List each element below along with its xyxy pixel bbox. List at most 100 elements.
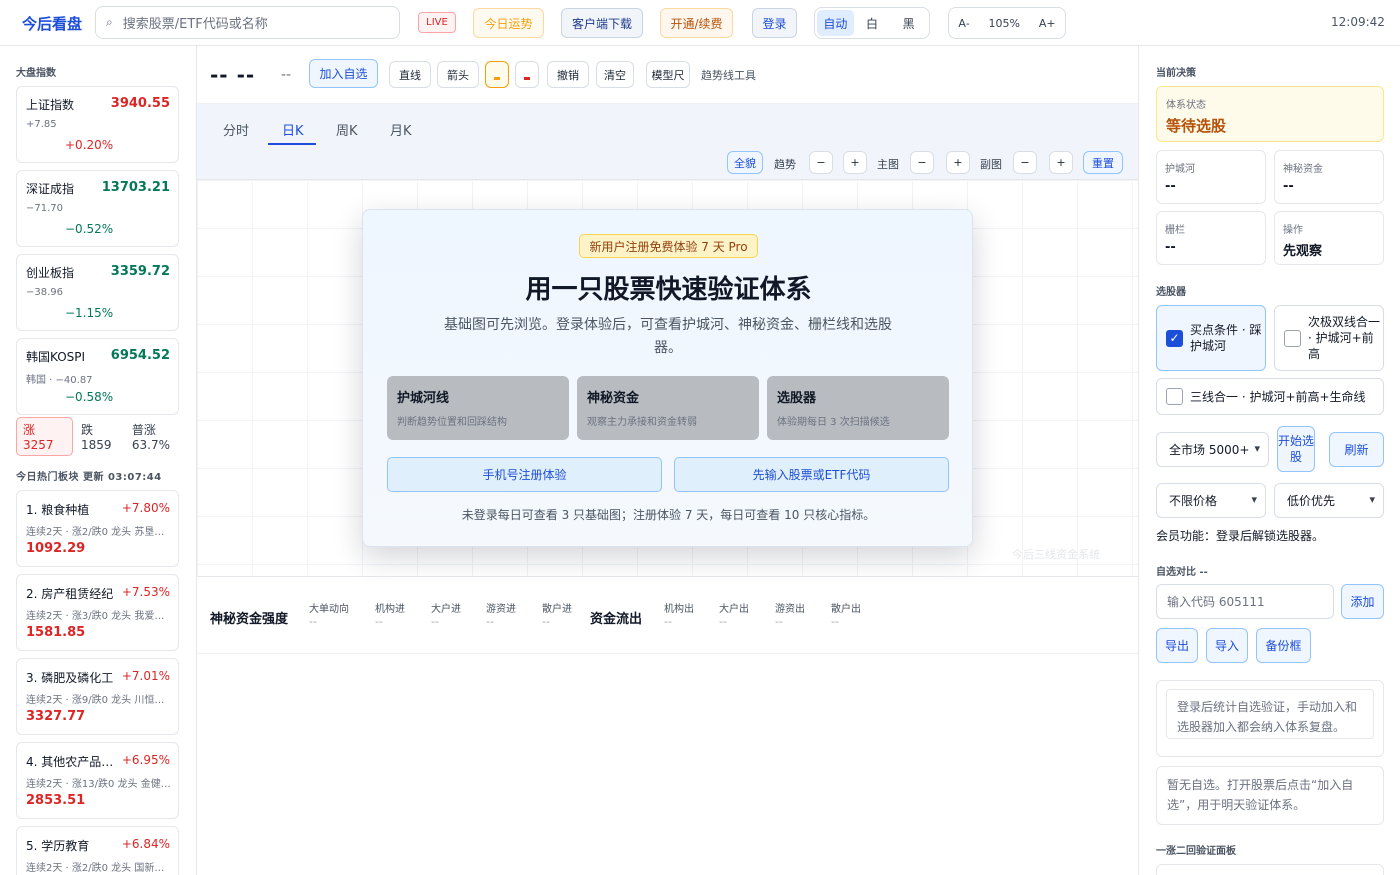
ruler-tool-button[interactable]: 模型尺 (646, 61, 690, 88)
price-select[interactable]: 不限价格 ▾ (1156, 483, 1266, 518)
fund-inflow-label: 散户进 (542, 604, 572, 615)
period-tabs-bar: 分时 日K 周K 月K 全貌 趋势 − + 主图 − + 副图 − + 重置 (197, 104, 1138, 180)
theme-dark[interactable]: 黑 (890, 10, 927, 36)
add-to-watchlist-button[interactable]: 加入自选 (309, 59, 378, 88)
index-change: 韩国 · −40.87 (26, 375, 93, 386)
drawing-toolbar: -- -- -- 加入自选 直线 箭头 撤销 清空 模型尺 趋势线工具 (197, 46, 1138, 104)
search-input[interactable]: ⌕ 搜索股票/ETF代码或名称 (95, 6, 400, 39)
index-value: 3940.55 (110, 96, 170, 111)
fund-outflow-label: 散户出 (831, 604, 861, 615)
sub-minus-button[interactable]: − (1013, 151, 1037, 174)
cell-label: 护城河 (1165, 164, 1195, 175)
fence-cell: 栅栏 -- (1156, 211, 1266, 265)
main-plus-button[interactable]: + (946, 151, 970, 174)
feature-desc: 体验期每日 3 次扫描候选 (777, 417, 890, 428)
undo-button[interactable]: 撤销 (547, 61, 589, 88)
index-change: −71.70 (26, 203, 64, 214)
tab-weekly[interactable]: 周K (336, 120, 358, 139)
clear-button[interactable]: 清空 (596, 61, 634, 88)
export-button[interactable]: 导出 (1156, 628, 1198, 663)
refresh-button[interactable]: 刷新 (1329, 432, 1384, 467)
theme-switch: 自动 白 黑 (814, 7, 930, 39)
index-pct: +0.20% (65, 138, 114, 152)
import-button[interactable]: 导入 (1206, 628, 1248, 663)
fund-inflow-value: -- (486, 615, 494, 628)
empty-watchlist-note: 暂无自选。打开股票后点击“加入自选”，用于明天验证体系。 (1156, 766, 1384, 825)
yellow-line-icon (494, 77, 500, 80)
fund-inflow-label: 机构进 (375, 604, 405, 615)
sector-value: 3327.77 (26, 709, 86, 724)
left-sidebar: 大盘指数 上证指数 3940.55 +7.85 +0.20% 深证成指 1370… (0, 46, 197, 875)
action-cell: 操作 先观察 (1274, 211, 1384, 265)
subscribe-button[interactable]: 开通/续费 (660, 8, 733, 38)
line-tool-button[interactable]: 直线 (389, 61, 431, 88)
download-client-button[interactable]: 客户端下载 (561, 8, 643, 38)
market-breadth: 涨 3257 跌 1859 普涨 63.7% (16, 416, 196, 456)
yellow-color-swatch[interactable] (485, 61, 509, 88)
fund-inflow-value: -- (375, 615, 383, 628)
zoom-control: A- 105% A+ (948, 7, 1066, 39)
main-minus-button[interactable]: − (910, 151, 934, 174)
tab-intraday[interactable]: 分时 (223, 120, 249, 139)
enter-code-button[interactable]: 先输入股票或ETF代码 (674, 457, 949, 492)
sector-name: 4. 其他农产品加工 (26, 755, 121, 769)
reset-button[interactable]: 重置 (1083, 151, 1123, 174)
arrow-tool-button[interactable]: 箭头 (437, 61, 479, 88)
sector-pct: +6.84% (121, 837, 170, 851)
code-input[interactable]: 输入代码 605111 (1156, 584, 1334, 619)
vip-note: 会员功能：登录后解锁选股器。 (1156, 529, 1325, 543)
sector-pct: +6.95% (121, 753, 170, 767)
fund-outflow-value: -- (831, 615, 839, 628)
priority-select[interactable]: 低价优先 ▾ (1274, 483, 1384, 518)
cell-label: 神秘资金 (1283, 164, 1323, 175)
tab-daily[interactable]: 日K (282, 120, 304, 139)
checkbox-icon (1166, 388, 1183, 405)
theme-auto[interactable]: 自动 (817, 10, 854, 36)
login-button[interactable]: 登录 (752, 8, 797, 38)
sector-card[interactable]: 4. 其他农产品加工 +6.95% 连续2天 · 涨13/跌0 龙头 金健米业 … (16, 742, 179, 819)
sub-plus-button[interactable]: + (1049, 151, 1073, 174)
app-logo[interactable]: 今后看盘 (22, 13, 82, 34)
stock-code: -- (281, 67, 292, 83)
index-card-shenzhen[interactable]: 深证成指 13703.21 −71.70 −0.52% (16, 170, 179, 247)
condition-checkbox-2[interactable]: 次极双线合一 · 护城河+前高 (1274, 305, 1384, 371)
zoom-in-button[interactable]: A+ (1039, 17, 1056, 30)
sector-card[interactable]: 5. 学历教育 +6.84% 连续2天 · 涨2/跌0 龙头 国新文化 (16, 826, 179, 875)
market-select[interactable]: 全市场 5000+ ▾ (1156, 432, 1269, 467)
fund-outflow-title: 资金流出 (590, 612, 643, 627)
market-select-value: 全市场 5000+ (1169, 443, 1250, 457)
tab-monthly[interactable]: 月K (390, 120, 412, 139)
register-button[interactable]: 手机号注册体验 (387, 457, 662, 492)
sector-meta: 连续2天 · 涨9/跌0 龙头 川恒股份 (26, 695, 174, 706)
zoom-out-button[interactable]: A- (958, 17, 969, 30)
feature-card-fund: 神秘资金 观察主力承接和资金转弱 (577, 376, 759, 440)
decision-title: 当前决策 (1156, 68, 1196, 79)
verify-panel-title: 一涨二回验证面板 (1156, 846, 1236, 857)
cell-value: -- (1165, 179, 1176, 194)
theme-light[interactable]: 白 (854, 10, 891, 36)
watermark: 今后三线资金系统 (1012, 548, 1100, 561)
index-card-chinext[interactable]: 创业板指 3359.72 −38.96 −1.15% (16, 254, 179, 331)
fund-outflow-label: 大户出 (719, 604, 749, 615)
sector-meta: 连续2天 · 涨2/跌0 龙头 苏垦农发 (26, 527, 174, 538)
index-card-shanghai[interactable]: 上证指数 3940.55 +7.85 +0.20% (16, 86, 179, 163)
condition-label: 买点条件 · 踩护城河 (1190, 323, 1262, 353)
sector-name: 3. 磷肥及磷化工 (26, 671, 114, 685)
trend-plus-button[interactable]: + (843, 151, 867, 174)
sector-card[interactable]: 2. 房产租赁经纪 +7.53% 连续2天 · 涨3/跌0 龙头 我爱我家 15… (16, 574, 179, 651)
index-card-kospi[interactable]: 韩国KOSPI 6954.52 韩国 · −40.87 −0.58% (16, 338, 179, 415)
start-screen-button[interactable]: 开始选股 (1277, 426, 1315, 472)
condition-checkbox-3[interactable]: 三线合一 · 护城河+前高+生命线 (1156, 378, 1384, 415)
backup-button[interactable]: 备份框 (1256, 628, 1311, 663)
add-button[interactable]: 添加 (1341, 584, 1384, 619)
full-view-button[interactable]: 全貌 (727, 151, 763, 174)
onboarding-dialog: 新用户注册免费体验 7 天 Pro 用一只股票快速验证体系 基础图可先浏览。登录… (362, 209, 973, 547)
sector-name: 5. 学历教育 (26, 839, 90, 853)
condition-checkbox-1[interactable]: ✓ 买点条件 · 踩护城河 (1156, 305, 1266, 371)
red-color-swatch[interactable] (515, 61, 539, 88)
sector-card[interactable]: 3. 磷肥及磷化工 +7.01% 连续2天 · 涨9/跌0 龙头 川恒股份 33… (16, 658, 179, 735)
trend-minus-button[interactable]: − (809, 151, 833, 174)
fortune-button[interactable]: 今日运势 (473, 8, 544, 38)
index-value: 13703.21 (101, 180, 170, 195)
sector-card[interactable]: 1. 粮食种植 +7.80% 连续2天 · 涨2/跌0 龙头 苏垦农发 1092… (16, 490, 179, 567)
